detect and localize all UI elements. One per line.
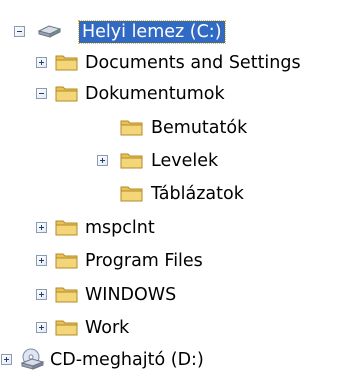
tree-item-windows[interactable]: WINDOWS xyxy=(0,279,354,313)
expand-toggle[interactable] xyxy=(36,222,47,233)
tree-item-label: Work xyxy=(85,318,130,338)
expand-toggle[interactable] xyxy=(36,322,47,333)
tree-item-documents-and-settings[interactable]: Documents and Settings xyxy=(0,47,354,81)
tree-item-dokumentumok[interactable]: Dokumentumok xyxy=(0,78,354,112)
expand-toggle[interactable] xyxy=(36,255,47,266)
folder-icon xyxy=(55,287,78,303)
tree-item-drive-d[interactable]: CD-meghajtó (D:) xyxy=(0,344,354,378)
tree-item-label: Program Files xyxy=(85,251,203,271)
collapse-toggle[interactable] xyxy=(36,88,47,99)
expand-toggle[interactable] xyxy=(1,354,12,365)
tree-item-bemutatok[interactable]: Bemutatók xyxy=(0,112,354,146)
tree-item-label: Levelek xyxy=(151,151,219,171)
expand-toggle[interactable] xyxy=(36,289,47,300)
folder-icon xyxy=(120,153,143,169)
cd-drive-icon xyxy=(20,348,45,370)
folder-icon xyxy=(55,86,78,102)
tree-item-label: Documents and Settings xyxy=(85,53,301,73)
tree-item-label: Dokumentumok xyxy=(85,84,225,104)
folder-icon xyxy=(55,55,78,71)
tree-item-drive-c[interactable]: Helyi lemez (C:) xyxy=(0,16,354,50)
folder-tree: Helyi lemez (C:) Documents and Settings … xyxy=(0,0,354,378)
tree-item-label: Bemutatók xyxy=(151,118,248,138)
tree-item-mspclnt[interactable]: mspclnt xyxy=(0,212,354,246)
folder-icon xyxy=(55,220,78,236)
expand-toggle[interactable] xyxy=(36,57,47,68)
folder-icon xyxy=(120,186,143,202)
collapse-toggle[interactable] xyxy=(14,26,25,37)
tree-item-label: Táblázatok xyxy=(151,184,244,204)
tree-item-levelek[interactable]: Levelek xyxy=(0,145,354,179)
folder-icon xyxy=(55,320,78,336)
hard-drive-icon xyxy=(37,25,62,38)
tree-item-label: Helyi lemez (C:) xyxy=(78,20,226,44)
tree-item-label: WINDOWS xyxy=(85,285,177,305)
tree-item-program-files[interactable]: Program Files xyxy=(0,245,354,279)
tree-item-label: mspclnt xyxy=(85,218,155,238)
tree-item-work[interactable]: Work xyxy=(0,312,354,346)
folder-icon xyxy=(120,120,143,136)
folder-icon xyxy=(55,253,78,269)
expand-toggle[interactable] xyxy=(97,155,108,166)
tree-item-tablazatok[interactable]: Táblázatok xyxy=(0,178,354,212)
tree-item-label: CD-meghajtó (D:) xyxy=(50,350,204,370)
